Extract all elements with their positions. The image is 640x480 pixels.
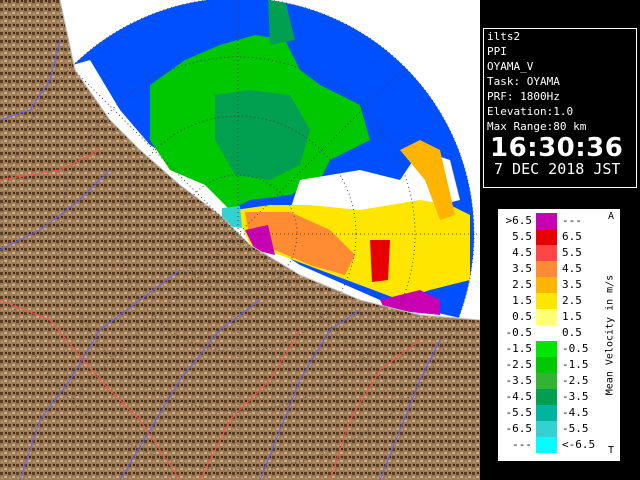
- legend-upper-bound: 3.5: [562, 278, 582, 291]
- legend-upper-bound: 6.5: [562, 230, 582, 243]
- legend-color-swatch: [536, 341, 557, 357]
- legend-lower-bound: >6.5: [505, 214, 533, 227]
- legend-upper-bound: 5.5: [562, 246, 582, 259]
- legend-upper-bound: -2.5: [562, 374, 589, 387]
- legend-color-swatch: [536, 213, 557, 229]
- scan-time: 16:30:36: [490, 133, 624, 163]
- legend-lower-bound: -1.5: [505, 342, 533, 355]
- station-name: OYAMA_V: [487, 60, 534, 73]
- legend-color-swatch: [536, 373, 557, 389]
- legend-bottom-marker: T: [608, 445, 615, 456]
- legend-lower-bound: 2.5: [512, 278, 532, 291]
- legend-lower-bound: 4.5: [512, 246, 532, 259]
- legend-upper-bound: 1.5: [562, 310, 582, 323]
- prf-value: PRF: 1800Hz: [487, 90, 560, 103]
- radar-map: [0, 0, 480, 480]
- legend-color-swatch: [536, 229, 557, 245]
- legend-color-swatch: [536, 389, 557, 405]
- legend-color-swatch: [536, 261, 557, 277]
- max-range-value: Max Range:80 km: [487, 120, 587, 133]
- task-name: Task: OYAMA: [487, 75, 560, 88]
- legend-upper-bound: -3.5: [562, 390, 589, 403]
- color-legend: >6.5 --- 5.5 6.5 4.5 5.5 3.5 4.5 2.5 3.5 1.5 2.5 0.5…: [498, 209, 620, 461]
- legend-lower-bound: 3.5: [512, 262, 532, 275]
- side-panel: ilts2 PPI OYAMA_V Task: OYAMA PRF: 1800H…: [480, 0, 640, 480]
- legend-upper-bound: 4.5: [562, 262, 582, 275]
- legend-lower-bound: -0.5: [505, 326, 533, 339]
- legend-color-swatch: [536, 325, 557, 341]
- legend-upper-bound: -4.5: [562, 406, 589, 419]
- legend-lower-bound: -3.5: [505, 374, 533, 387]
- legend-lower-bound: -2.5: [505, 358, 533, 371]
- legend-lower-bound: -5.5: [505, 406, 533, 419]
- legend-upper-bound: -1.5: [562, 358, 589, 371]
- legend-upper-bound: 0.5: [562, 326, 582, 339]
- legend-upper-bound: <-6.5: [562, 438, 596, 451]
- legend-lower-bound: ---: [512, 438, 532, 451]
- legend-upper-bound: 2.5: [562, 294, 582, 307]
- radar-ppi-display[interactable]: [0, 0, 480, 480]
- info-box: ilts2 PPI OYAMA_V Task: OYAMA PRF: 1800H…: [483, 28, 637, 188]
- site-name: ilts2: [487, 30, 521, 43]
- legend-lower-bound: 0.5: [512, 310, 532, 323]
- legend-color-swatch: [536, 357, 557, 373]
- legend-upper-bound: -0.5: [562, 342, 589, 355]
- legend-color-swatch: [536, 309, 557, 325]
- legend-color-swatch: [536, 277, 557, 293]
- legend-lower-bound: 1.5: [512, 294, 532, 307]
- product-type: PPI: [487, 45, 507, 58]
- legend-color-swatch: [536, 437, 557, 453]
- legend-color-swatch: [536, 245, 557, 261]
- legend-upper-bound: -5.5: [562, 422, 589, 435]
- legend-top-marker: A: [608, 211, 615, 222]
- legend-color-swatch: [536, 421, 557, 437]
- legend-lower-bound: 5.5: [512, 230, 532, 243]
- legend-color-swatch: [536, 405, 557, 421]
- strong-positive-cell: [370, 240, 390, 282]
- legend-upper-bound: ---: [562, 214, 582, 227]
- legend-lower-bound: -6.5: [505, 422, 533, 435]
- elevation-value: Elevation:1.0: [487, 105, 574, 118]
- legend-color-swatch: [536, 293, 557, 309]
- scan-date: 7 DEC 2018 JST: [494, 160, 621, 178]
- legend-unit-label: Mean Velocity in m/s: [604, 274, 616, 396]
- legend-lower-bound: -4.5: [505, 390, 533, 403]
